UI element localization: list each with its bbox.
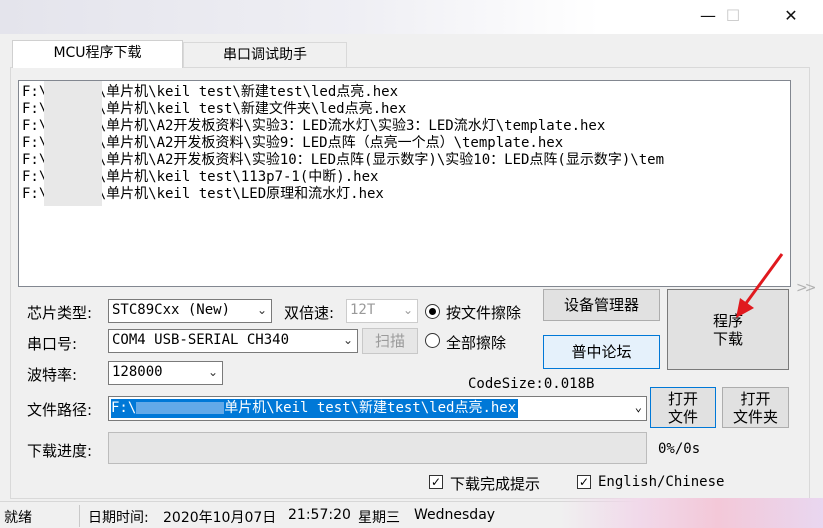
open-folder-button[interactable]: 打开 文件夹 xyxy=(722,387,789,428)
double-speed-label: 双倍速: xyxy=(284,304,335,322)
status-date: 2020年10月07日 xyxy=(163,510,277,526)
serial-port-select[interactable]: COM4 USB-SERIAL CH340 ⌄ xyxy=(108,329,358,353)
serial-port-label: 串口号: xyxy=(27,335,78,353)
code-size-readout: CodeSize:0.018B xyxy=(468,376,595,392)
scan-button[interactable]: 扫描 xyxy=(362,328,418,354)
open-file-line2: 文件 xyxy=(667,408,698,426)
chevron-down-icon[interactable]: ⌄ xyxy=(635,400,642,414)
close-button[interactable]: ✕ xyxy=(768,0,814,32)
device-manager-button[interactable]: 设备管理器 xyxy=(543,289,660,321)
baud-rate-select[interactable]: 128000 ⌄ xyxy=(108,361,223,385)
progress-label: 下载进度: xyxy=(27,442,93,460)
download-progress-bar xyxy=(108,432,647,464)
file-path-selection: F:\ 单片机\keil test\新建test\led点亮.hex xyxy=(111,399,519,418)
open-folder-line2: 文件夹 xyxy=(732,408,778,426)
title-bar: — ☐ ✕ xyxy=(0,0,823,34)
list-item[interactable]: F:\ 的网课\单片机\A2开发板资料\实验9：LED点阵（点亮一个点）\tem… xyxy=(22,135,563,152)
file-path-label: 文件路径: xyxy=(27,401,93,419)
chevron-down-icon: ⌄ xyxy=(256,303,267,317)
baud-rate-value: 128000 xyxy=(112,364,163,380)
notify-checkbox[interactable]: ✓ xyxy=(429,475,443,489)
chip-type-select[interactable]: STC89Cxx (New) ⌄ xyxy=(108,299,272,323)
chip-type-label: 芯片类型: xyxy=(27,304,93,322)
erase-all-label[interactable]: 全部擦除 xyxy=(446,332,506,353)
title-redaction xyxy=(0,0,600,34)
file-path-combobox[interactable]: F:\ 单片机\keil test\新建test\led点亮.hex ⌄ xyxy=(108,396,647,421)
tab-serial-assistant[interactable]: 串口调试助手 xyxy=(183,42,347,68)
double-speed-value: 12T xyxy=(350,302,376,318)
chevron-down-icon: ⌄ xyxy=(207,365,218,379)
open-file-button[interactable]: 打开 文件 xyxy=(650,387,716,428)
erase-all-radio[interactable] xyxy=(425,333,440,348)
file-path-prefix: F:\ xyxy=(111,400,137,416)
status-divider xyxy=(79,505,80,527)
path-redaction xyxy=(136,402,225,414)
list-item[interactable]: F:\ 的网课\单片机\A2开发板资料\实验10：LED点阵(显示数字)\实验1… xyxy=(22,152,664,169)
open-file-line1: 打开 xyxy=(667,390,698,408)
tab-mcu-download[interactable]: MCU程序下载 xyxy=(12,40,183,68)
chip-type-value: STC89Cxx (New) xyxy=(112,302,231,318)
double-speed-select[interactable]: 12T ⌄ xyxy=(346,299,418,323)
notify-label[interactable]: 下载完成提示 xyxy=(450,473,540,494)
status-time: 21:57:20 xyxy=(288,507,351,523)
file-path-value: 单片机\keil test\新建test\led点亮.hex xyxy=(224,400,517,416)
erase-by-file-label[interactable]: 按文件擦除 xyxy=(446,302,521,323)
language-label[interactable]: English/Chinese xyxy=(598,474,724,490)
open-folder-line1: 打开 xyxy=(740,390,771,408)
status-weekday-en: Wednesday xyxy=(414,507,496,523)
status-ready: 就绪 xyxy=(4,510,32,526)
status-weekday-cn: 星期三 xyxy=(358,510,400,526)
chevron-down-icon: ⌄ xyxy=(342,333,353,347)
recent-file-list[interactable]: F:\ 的网课\单片机\keil test\新建test\led点亮.hex F… xyxy=(18,80,791,287)
baud-rate-label: 波特率: xyxy=(27,366,78,384)
program-download-line2: 下载 xyxy=(712,330,743,348)
serial-port-value: COM4 USB-SERIAL CH340 xyxy=(112,332,290,348)
corner-redaction xyxy=(560,498,823,528)
expand-chevron-icon[interactable]: >> xyxy=(796,280,817,296)
maximize-button[interactable]: ☐ xyxy=(710,0,756,32)
list-redaction xyxy=(44,81,102,206)
list-item[interactable]: F:\ 的网课\单片机\A2开发板资料\实验3：LED流水灯\实验3：LED流水… xyxy=(22,118,605,135)
chevron-down-icon: ⌄ xyxy=(402,303,413,317)
language-checkbox[interactable]: ✓ xyxy=(577,475,591,489)
forum-button[interactable]: 普中论坛 xyxy=(543,335,660,369)
progress-text: 0%/0s xyxy=(658,441,701,457)
datetime-label: 日期时间: xyxy=(88,510,149,526)
erase-by-file-radio[interactable] xyxy=(425,304,440,319)
annotation-arrow-icon xyxy=(736,253,784,318)
